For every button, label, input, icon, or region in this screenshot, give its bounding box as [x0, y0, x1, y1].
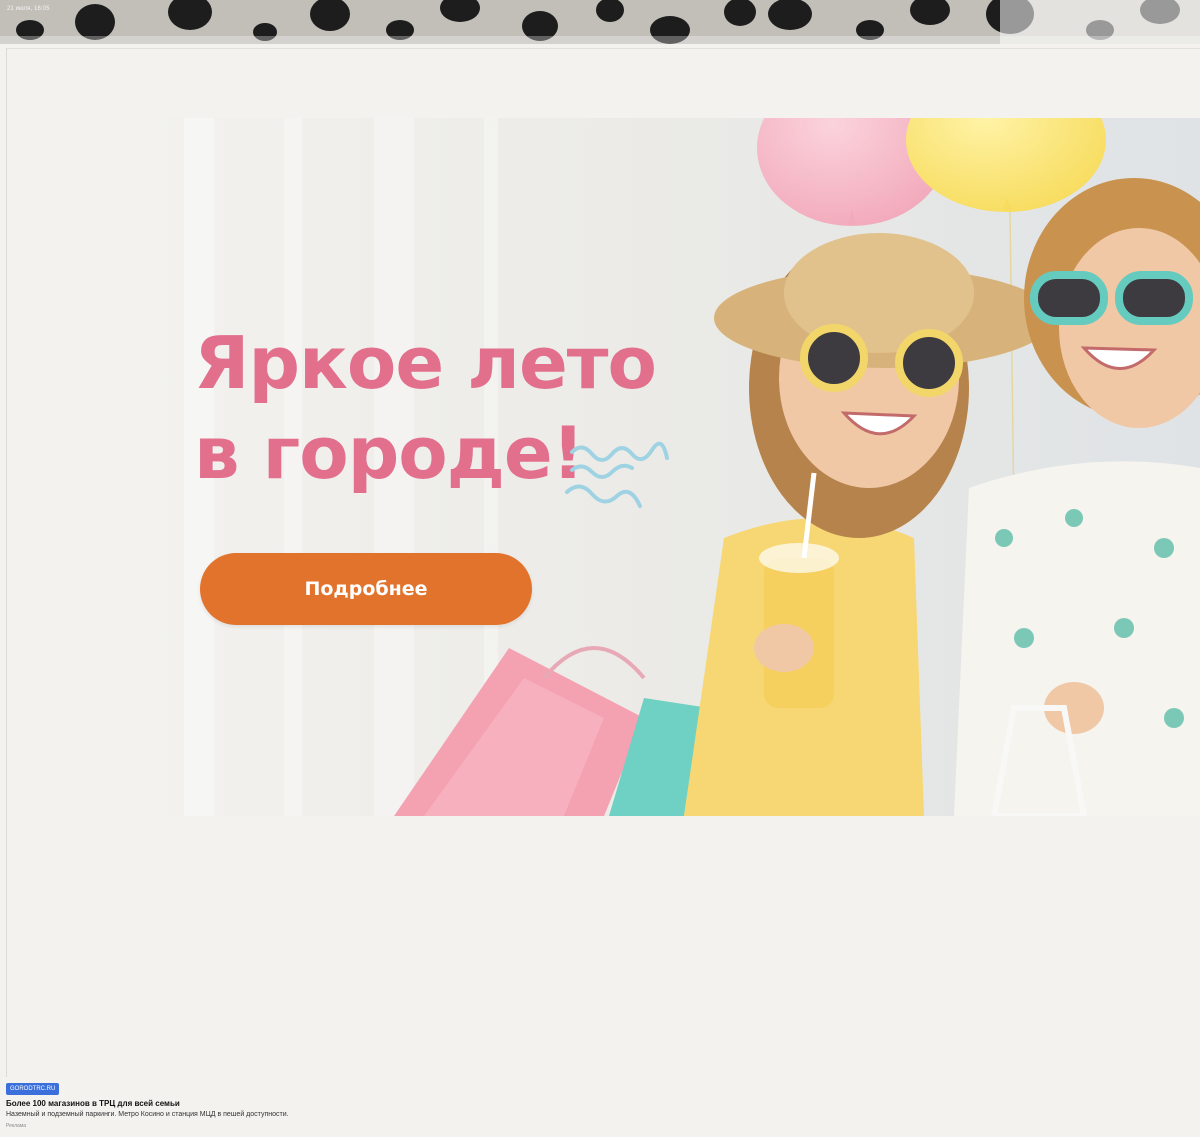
- ad-footer[interactable]: GORODTRC.RU Более 100 магазинов в ТРЦ дл…: [0, 1077, 1200, 1137]
- squiggle-decoration-icon: [565, 441, 669, 508]
- timestamp: 21 июля, 16:05: [7, 6, 50, 12]
- dotted-fabric-image: [0, 0, 1200, 44]
- source-badge[interactable]: GORODTRC.RU: [6, 1083, 60, 1095]
- ad-label: Реклама: [6, 1123, 27, 1129]
- ad-title[interactable]: Более 100 магазинов в ТРЦ для всей семьи: [6, 1099, 180, 1108]
- top-image-strip: 21 июля, 16:05: [0, 0, 1200, 44]
- headline-line-1: Яркое лето: [194, 321, 657, 405]
- ad-description: Наземный и подземный паркинги. Метро Кос…: [6, 1111, 289, 1118]
- more-button[interactable]: Подробнее: [200, 553, 532, 625]
